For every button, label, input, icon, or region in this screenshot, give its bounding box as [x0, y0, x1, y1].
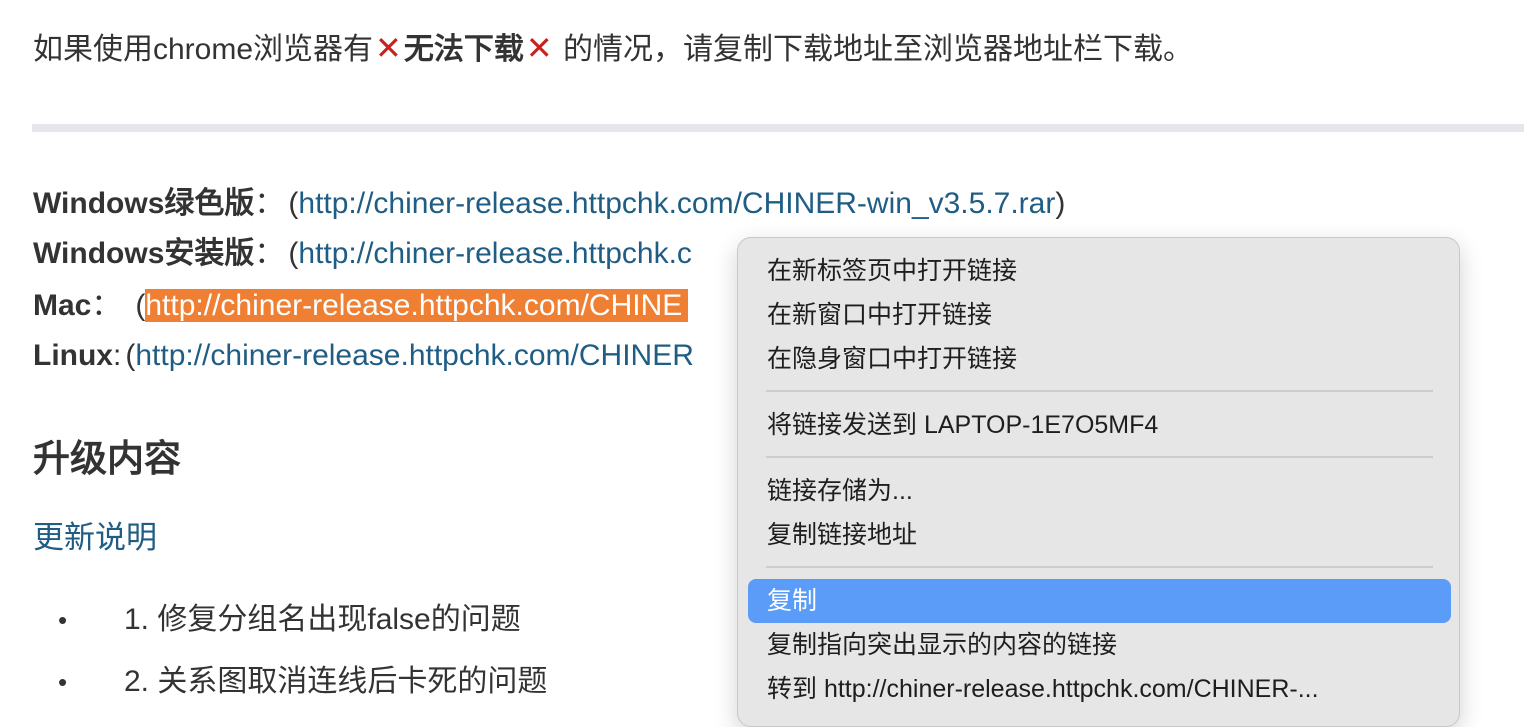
menu-item-open-incognito[interactable]: 在隐身窗口中打开链接 — [748, 337, 1451, 381]
label-colon: : — [113, 339, 122, 372]
menu-item-go-to-url[interactable]: 转到 http://chiner-release.httpchk.com/CHI… — [748, 667, 1451, 711]
menu-separator — [766, 456, 1433, 458]
download-row-linux: Linux: (http://chiner-release.httpchk.com… — [33, 334, 694, 378]
menu-item-copy[interactable]: 复制 — [748, 579, 1451, 623]
paren-open: ( — [288, 237, 299, 270]
list-item-text: 1. 修复分组名出现false的问题 — [124, 603, 521, 636]
menu-item-open-new-window[interactable]: 在新窗口中打开链接 — [748, 293, 1451, 337]
menu-item-copy-link-to-highlight[interactable]: 复制指向突出显示的内容的链接 — [748, 623, 1451, 667]
menu-item-save-link-as[interactable]: 链接存储为... — [748, 469, 1451, 513]
bullet: • — [58, 667, 68, 697]
download-label: Windows安装版 — [33, 237, 255, 270]
notice-bold-text: 无法下载 — [403, 33, 524, 66]
list-item: • 2. 关系图取消连线后卡死的问题 — [58, 660, 547, 704]
download-label: Mac — [33, 289, 92, 322]
menu-item-send-to-device[interactable]: 将链接发送到 LAPTOP-1E7O5MF4 — [748, 403, 1451, 447]
cross-icon: ✕ — [375, 30, 402, 66]
notice-prefix: 如果使用chrome浏览器有 — [33, 33, 374, 66]
download-link-mac-selected[interactable]: http://chiner-release.httpchk.com/CHINE — [145, 289, 689, 322]
paren-open: ( — [135, 289, 146, 322]
label-colon: ： — [91, 289, 122, 322]
download-row-mac: Mac： (http://chiner-release.httpchk.com/C… — [33, 284, 689, 328]
menu-item-copy-link-address[interactable]: 复制链接地址 — [748, 513, 1451, 557]
label-colon: ： — [254, 187, 285, 220]
download-row-windows-portable: Windows绿色版： (http://chiner-release.httpch… — [33, 182, 1065, 226]
download-link-linux[interactable]: http://chiner-release.httpchk.com/CHINER — [135, 339, 694, 372]
list-item-text: 2. 关系图取消连线后卡死的问题 — [124, 665, 548, 698]
paren-close: ) — [1055, 187, 1066, 220]
section-heading: 升级内容 — [33, 438, 181, 479]
cross-icon: ✕ — [525, 30, 553, 66]
download-label: Windows绿色版 — [33, 187, 255, 220]
menu-item-open-new-tab[interactable]: 在新标签页中打开链接 — [748, 249, 1451, 293]
context-menu: 在新标签页中打开链接 在新窗口中打开链接 在隐身窗口中打开链接 将链接发送到 L… — [737, 237, 1460, 727]
notice-suffix: 的情况，请复制下载地址至浏览器地址栏下载。 — [554, 33, 1194, 66]
download-label: Linux — [33, 339, 113, 372]
download-link-windows-portable[interactable]: http://chiner-release.httpchk.com/CHINER… — [298, 187, 1055, 220]
list-item: • 1. 修复分组名出现false的问题 — [58, 598, 521, 642]
download-notice: 如果使用chrome浏览器有✕无法下载✕ 的情况，请复制下载地址至浏览器地址栏下… — [33, 26, 1193, 72]
menu-separator — [766, 390, 1433, 392]
changelog-link[interactable]: 更新说明 — [33, 516, 157, 560]
paren-open: ( — [288, 187, 299, 220]
paren-open: ( — [125, 339, 136, 372]
download-row-windows-installer: Windows安装版： (http://chiner-release.httpch… — [33, 232, 692, 276]
download-link-windows-installer[interactable]: http://chiner-release.httpchk.c — [298, 237, 692, 270]
bullet: • — [58, 605, 68, 635]
label-colon: ： — [254, 237, 285, 270]
menu-separator — [766, 566, 1433, 568]
horizontal-divider — [32, 124, 1524, 132]
